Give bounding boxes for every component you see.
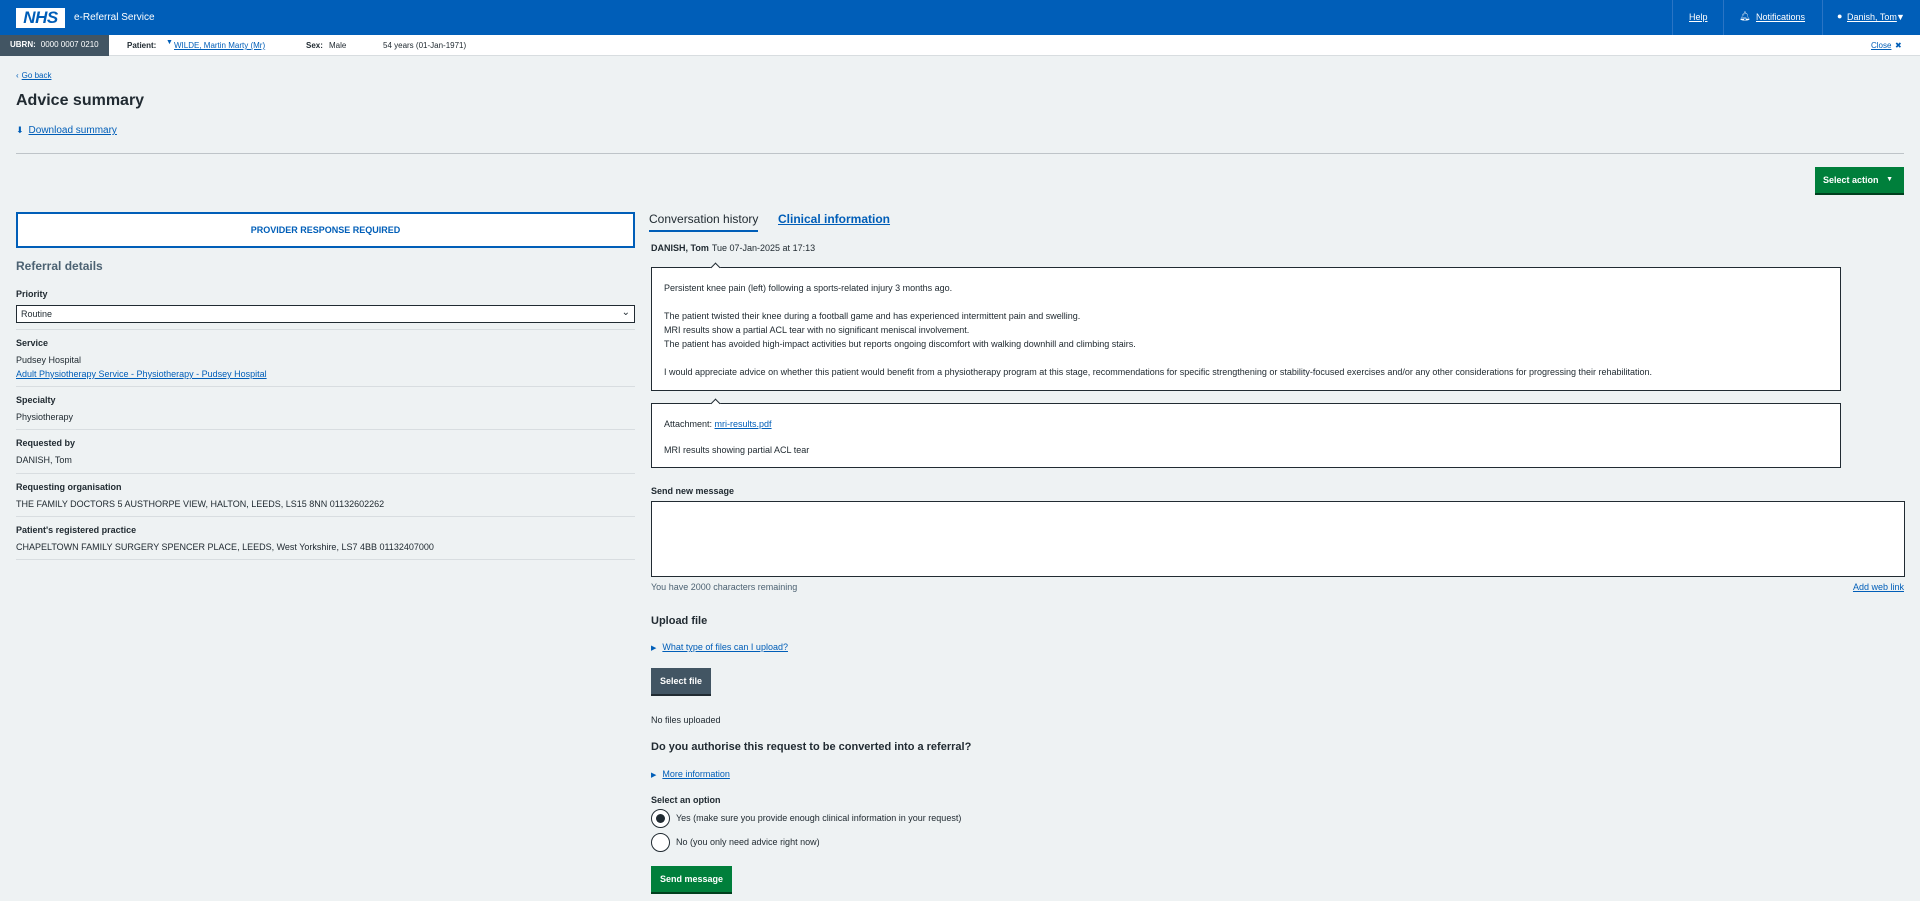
divider [16,473,635,474]
attachment-description: MRI results showing partial ACL tear [664,445,810,455]
ubrn-value: 0000 0007 0210 [40,40,99,49]
speech-tick [710,262,721,273]
more-information-link[interactable]: More information [662,769,730,779]
divider [16,516,635,517]
download-summary-link[interactable]: Download summary [29,125,117,136]
age-value: 54 years (01-Jan-1971) [383,41,467,50]
patient-banner: UBRN: 0000 0007 0210 Patient: ▼ WILDE, Ma… [0,35,1920,56]
more-info-details[interactable]: ▶ More information [651,769,730,779]
header-divider [1672,0,1673,35]
tab-conversation-history[interactable]: Conversation history [649,212,759,232]
priority-label: Priority [16,289,48,299]
patient-label: Patient: [127,41,157,50]
user-icon: ● [1837,11,1843,21]
caret-down-icon: ▼ [1886,176,1893,183]
section-divider [16,153,1904,154]
no-files-text: No files uploaded [651,715,721,725]
sex-value: Male [329,41,347,50]
attachment-bubble: Attachment: mri-results.pdf MRI results … [651,398,1841,468]
message-line: The patient has avoided high-impact acti… [664,339,1136,349]
add-web-link[interactable]: Add web link [1853,582,1904,592]
header-divider [1723,0,1724,35]
message-line: Persistent knee pain (left) following a … [664,283,953,293]
caret-down-icon[interactable]: ▼ [166,39,173,46]
message-line: The patient twisted their knee during a … [664,311,1081,321]
triangle-right-icon: ▶ [651,645,657,652]
service-label: Service [16,338,49,348]
select-option-label: Select an option [651,795,721,805]
message-bubble: Persistent knee pain (left) following a … [651,262,1841,391]
chevron-left-icon: ‹ [16,71,19,80]
upload-file-heading: Upload file [651,615,708,627]
chevron-down-icon[interactable]: ▼ [1896,12,1905,22]
requesting-org-value: THE FAMILY DOCTORS 5 AUSTHORPE VIEW, HAL… [16,499,385,509]
notifications-link[interactable]: Notifications [1756,12,1805,22]
attachment-label: Attachment: [664,419,713,429]
radio-yes[interactable] [651,809,670,828]
send-message-button[interactable]: Send message [651,866,732,894]
attachment-file-link[interactable]: mri-results.pdf [715,419,772,429]
priority-select[interactable]: Routine ⌄ [16,305,635,323]
go-back-label: Go back [21,71,52,80]
specialty-label: Specialty [16,395,56,405]
registered-practice-value: CHAPELTOWN FAMILY SURGERY SPENCER PLACE,… [16,542,434,552]
ubrn-badge: UBRN: 0000 0007 0210 [0,35,109,56]
send-message-label: Send new message [651,486,735,496]
message-meta: DANISH, Tom Tue 07-Jan-2025 at 17:13 [651,243,815,253]
requested-by-label: Requested by [16,438,76,448]
patient-name-link[interactable]: WILDE, Martin Marty (Mr) [174,41,265,50]
header-divider [1822,0,1823,35]
radio-no-label[interactable]: No (you only need advice right now) [676,837,820,847]
file-types-link[interactable]: What type of files can I upload? [662,642,788,652]
divider [16,429,635,430]
sex-label: Sex: [306,41,323,50]
download-summary[interactable]: ⬇︎ Download summary [16,125,117,136]
message-author: DANISH, Tom [651,243,709,253]
go-back-link[interactable]: ‹ Go back [16,71,51,80]
triangle-right-icon: ▶ [651,772,657,779]
divider [16,329,635,330]
speech-tick [710,398,721,409]
provider-status-banner: PROVIDER RESPONSE REQUIRED [16,212,635,248]
user-menu-link[interactable]: Danish, Tom [1847,12,1897,22]
tab-clinical-information[interactable]: Clinical information [778,212,890,226]
message-line: I would appreciate advice on whether thi… [664,367,1653,377]
registered-practice-label: Patient's registered practice [16,525,137,535]
download-icon: ⬇︎ [16,125,24,135]
service-link[interactable]: Adult Physiotherapy Service - Physiother… [16,369,267,379]
message-timestamp: Tue 07-Jan-2025 at 17:13 [711,243,816,253]
divider [16,559,635,560]
page-title: Advice summary [16,92,145,109]
help-link[interactable]: Help [1689,12,1708,22]
radio-yes-label[interactable]: Yes (make sure you provide enough clinic… [676,813,961,823]
service-org: Pudsey Hospital [16,355,82,365]
message-line: MRI results show a partial ACL tear with… [664,325,970,335]
file-types-details[interactable]: ▶ What type of files can I upload? [651,642,788,652]
top-header: NHS e-Referral Service Help 🔔︎ Notificat… [0,0,1920,35]
close-link[interactable]: Close [1871,41,1891,50]
ubrn-label: UBRN: [10,40,36,49]
bell-icon: 🔔︎ [1739,11,1751,21]
select-file-button[interactable]: Select file [651,668,711,696]
characters-remaining: You have 2000 characters remaining [651,582,798,592]
referral-details-heading: Referral details [16,259,103,273]
chevron-down-icon: ⌄ [621,307,630,318]
nhs-logo[interactable]: NHS [16,8,65,28]
priority-value: Routine [21,309,53,319]
specialty-value: Physiotherapy [16,412,74,422]
close-icon[interactable]: ✖ [1895,41,1902,50]
authorise-question: Do you authorise this request to be conv… [651,741,972,753]
radio-no[interactable] [651,833,670,852]
select-action-button[interactable]: Select action ▼ [1815,167,1904,195]
service-name: e-Referral Service [74,12,155,23]
divider [16,386,635,387]
requested-by-value: DANISH, Tom [16,455,72,465]
message-textarea[interactable] [651,501,1905,577]
select-action-label: Select action [1823,175,1879,185]
requesting-org-label: Requesting organisation [16,482,122,492]
